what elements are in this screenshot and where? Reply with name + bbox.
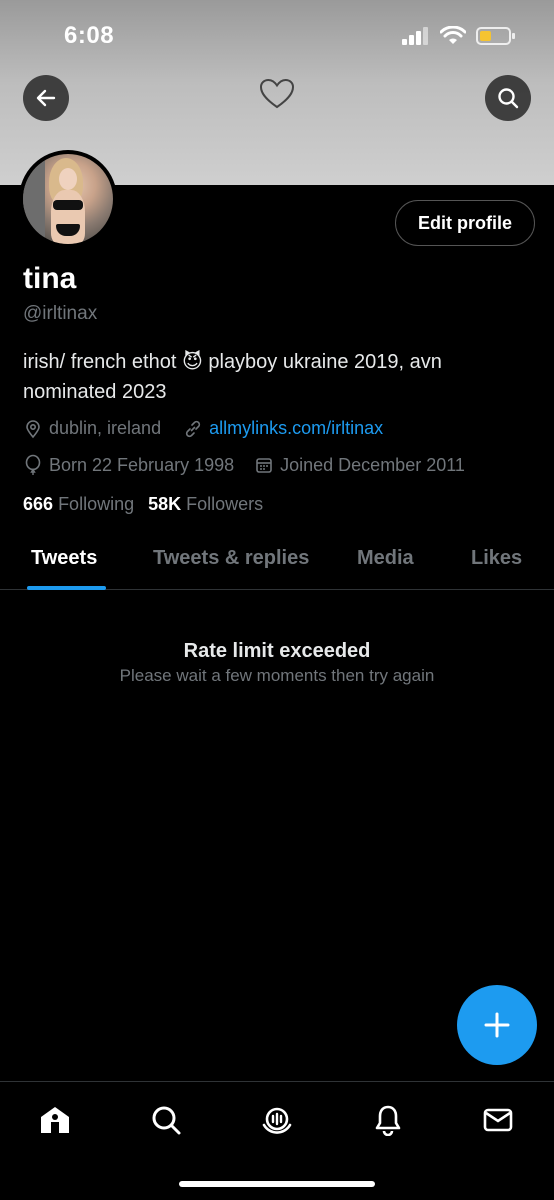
profile-meta-row-1: dublin, ireland allmylinks.com/irltinax xyxy=(23,418,383,439)
followers-link[interactable]: 58K Followers xyxy=(148,494,263,515)
balloon-icon xyxy=(23,454,43,476)
calendar-icon xyxy=(254,455,274,475)
profile-website-link[interactable]: allmylinks.com/irltinax xyxy=(209,418,383,439)
search-icon xyxy=(152,1106,181,1135)
notifications-icon xyxy=(375,1105,401,1136)
edit-profile-button[interactable]: Edit profile xyxy=(395,200,535,246)
nav-search[interactable] xyxy=(146,1100,186,1140)
profile-location: dublin, ireland xyxy=(49,418,162,438)
search-icon xyxy=(498,88,519,109)
status-time: 6:08 xyxy=(64,22,115,49)
follow-stats: 666 Following 58K Followers xyxy=(23,494,263,515)
search-button[interactable] xyxy=(485,75,531,121)
home-indicator[interactable] xyxy=(179,1181,375,1187)
back-arrow-icon xyxy=(36,89,56,107)
error-subtitle: Please wait a few moments then try again xyxy=(119,666,435,685)
profile-meta-row-2: Born 22 February 1998 Joined December 20… xyxy=(23,454,465,476)
following-count: 666 xyxy=(23,494,54,514)
spaces-icon xyxy=(262,1107,292,1134)
profile-handle: @irltinax xyxy=(23,303,98,324)
profile-birthdate: Born 22 February 1998 xyxy=(49,454,235,475)
profile-joined-date: Joined December 2011 xyxy=(280,454,465,475)
following-label: Following xyxy=(58,494,135,514)
cellular-signal-icon xyxy=(402,27,428,45)
nav-notifications[interactable] xyxy=(368,1100,408,1140)
tab-media[interactable]: Media xyxy=(357,547,414,570)
plus-icon xyxy=(484,1012,510,1038)
tab-tweets[interactable]: Tweets xyxy=(31,547,97,570)
nav-messages[interactable] xyxy=(478,1100,518,1140)
active-tab-indicator xyxy=(27,586,106,590)
following-link[interactable]: 666 Following xyxy=(23,494,134,515)
status-icons xyxy=(402,26,516,46)
home-icon xyxy=(41,1107,69,1133)
error-title: Rate limit exceeded xyxy=(183,640,371,662)
tab-likes[interactable]: Likes xyxy=(471,547,522,570)
location-pin-icon xyxy=(23,419,43,439)
profile-tabs: Tweets Tweets & replies Media Likes xyxy=(0,530,554,590)
battery-icon xyxy=(476,27,515,45)
tab-tweets-and-replies[interactable]: Tweets & replies xyxy=(153,547,309,570)
back-button[interactable] xyxy=(23,75,69,121)
followers-count: 58K xyxy=(148,494,182,514)
wifi-icon xyxy=(440,26,466,44)
messages-icon xyxy=(483,1108,513,1132)
nav-home[interactable] xyxy=(35,1100,75,1140)
status-bar: 6:08 xyxy=(0,0,554,70)
avatar[interactable] xyxy=(19,150,117,248)
link-icon xyxy=(183,419,203,439)
profile-name: tina xyxy=(23,262,77,295)
nav-spaces[interactable] xyxy=(257,1100,297,1140)
followers-label: Followers xyxy=(186,494,264,514)
avatar-photo xyxy=(23,154,113,244)
heart-icon[interactable] xyxy=(259,78,295,115)
profile-bio: irish/ french ethot 😈 playboy ukraine 20… xyxy=(23,351,442,403)
compose-tweet-button[interactable] xyxy=(457,985,537,1065)
